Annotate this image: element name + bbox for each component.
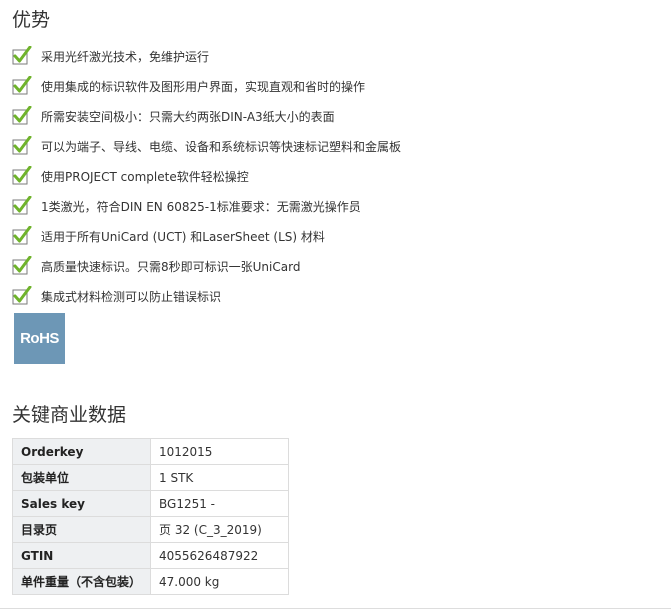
list-item: 可以为端子、导线、电缆、设备和系统标识等快速标记塑料和金属板 — [12, 131, 401, 161]
key-cell: 目录页 — [12, 516, 151, 543]
table-row: Sales key BG1251 - — [12, 490, 289, 517]
list-item: 1类激光，符合DIN EN 60825-1标准要求：无需激光操作员 — [12, 191, 401, 221]
key-cell: 单件重量（不含包装） — [12, 568, 151, 595]
rohs-logo: RoHS — [14, 313, 65, 364]
value-cell: BG1251 - — [150, 490, 289, 517]
value-cell: 页 32 (C_3_2019) — [150, 516, 289, 543]
checkmark-icon — [12, 286, 32, 305]
advantages-heading: 优势 — [12, 9, 51, 31]
key-cell: Sales key — [12, 490, 151, 517]
key-cell: Orderkey — [12, 438, 151, 465]
value-cell: 4055626487922 — [150, 542, 289, 569]
checkmark-icon — [12, 136, 32, 155]
feature-text: 所需安装空间极小：只需大约两张DIN-A3纸大小的表面 — [41, 109, 335, 124]
feature-text: 使用集成的标识软件及图形用户界面，实现直观和省时的操作 — [41, 79, 366, 94]
list-item: 使用集成的标识软件及图形用户界面，实现直观和省时的操作 — [12, 71, 401, 101]
table-row: Orderkey 1012015 — [12, 438, 289, 465]
checkmark-icon — [12, 106, 32, 125]
feature-text: 可以为端子、导线、电缆、设备和系统标识等快速标记塑料和金属板 — [41, 139, 402, 154]
value-cell: 1012015 — [150, 438, 289, 465]
divider — [0, 608, 671, 609]
checkmark-icon — [12, 76, 32, 95]
checkmark-icon — [12, 166, 32, 185]
checkmark-icon — [12, 196, 32, 215]
list-item: 高质量快速标识。只需8秒即可标识一张UniCard — [12, 251, 401, 281]
key-cell: GTIN — [12, 542, 151, 569]
table-row: 包装单位 1 STK — [12, 464, 289, 491]
advantages-list: 采用光纤激光技术，免维护运行 使用集成的标识软件及图形用户界面，实现直观和省时的… — [12, 41, 401, 311]
key-cell: 包装单位 — [12, 464, 151, 491]
table-row: GTIN 4055626487922 — [12, 542, 289, 569]
feature-text: 采用光纤激光技术，免维护运行 — [41, 49, 210, 64]
feature-text: 1类激光，符合DIN EN 60825-1标准要求：无需激光操作员 — [41, 199, 361, 214]
value-cell: 47.000 kg — [150, 568, 289, 595]
key-data-table: Orderkey 1012015 包装单位 1 STK Sales key BG125… — [12, 438, 289, 595]
checkmark-icon — [12, 256, 32, 275]
rohs-logo-text: RoHS — [20, 330, 59, 347]
checkmark-icon — [12, 226, 32, 245]
checkmark-icon — [12, 46, 32, 65]
list-item: 使用PROJECT complete软件轻松操控 — [12, 161, 401, 191]
list-item: 集成式材料检测可以防止错误标识 — [12, 281, 401, 311]
list-item: 采用光纤激光技术，免维护运行 — [12, 41, 401, 71]
feature-text: 高质量快速标识。只需8秒即可标识一张UniCard — [41, 259, 301, 274]
feature-text: 适用于所有UniCard (UCT) 和LaserSheet (LS) 材料 — [41, 229, 325, 244]
list-item: 所需安装空间极小：只需大约两张DIN-A3纸大小的表面 — [12, 101, 401, 131]
table-row: 单件重量（不含包装） 47.000 kg — [12, 568, 289, 595]
feature-text: 集成式材料检测可以防止错误标识 — [41, 289, 222, 304]
list-item: 适用于所有UniCard (UCT) 和LaserSheet (LS) 材料 — [12, 221, 401, 251]
value-cell: 1 STK — [150, 464, 289, 491]
feature-text: 使用PROJECT complete软件轻松操控 — [41, 169, 249, 184]
table-row: 目录页页 32 (C_3_2019) — [12, 516, 289, 543]
key-data-heading: 关键商业数据 — [12, 404, 127, 426]
